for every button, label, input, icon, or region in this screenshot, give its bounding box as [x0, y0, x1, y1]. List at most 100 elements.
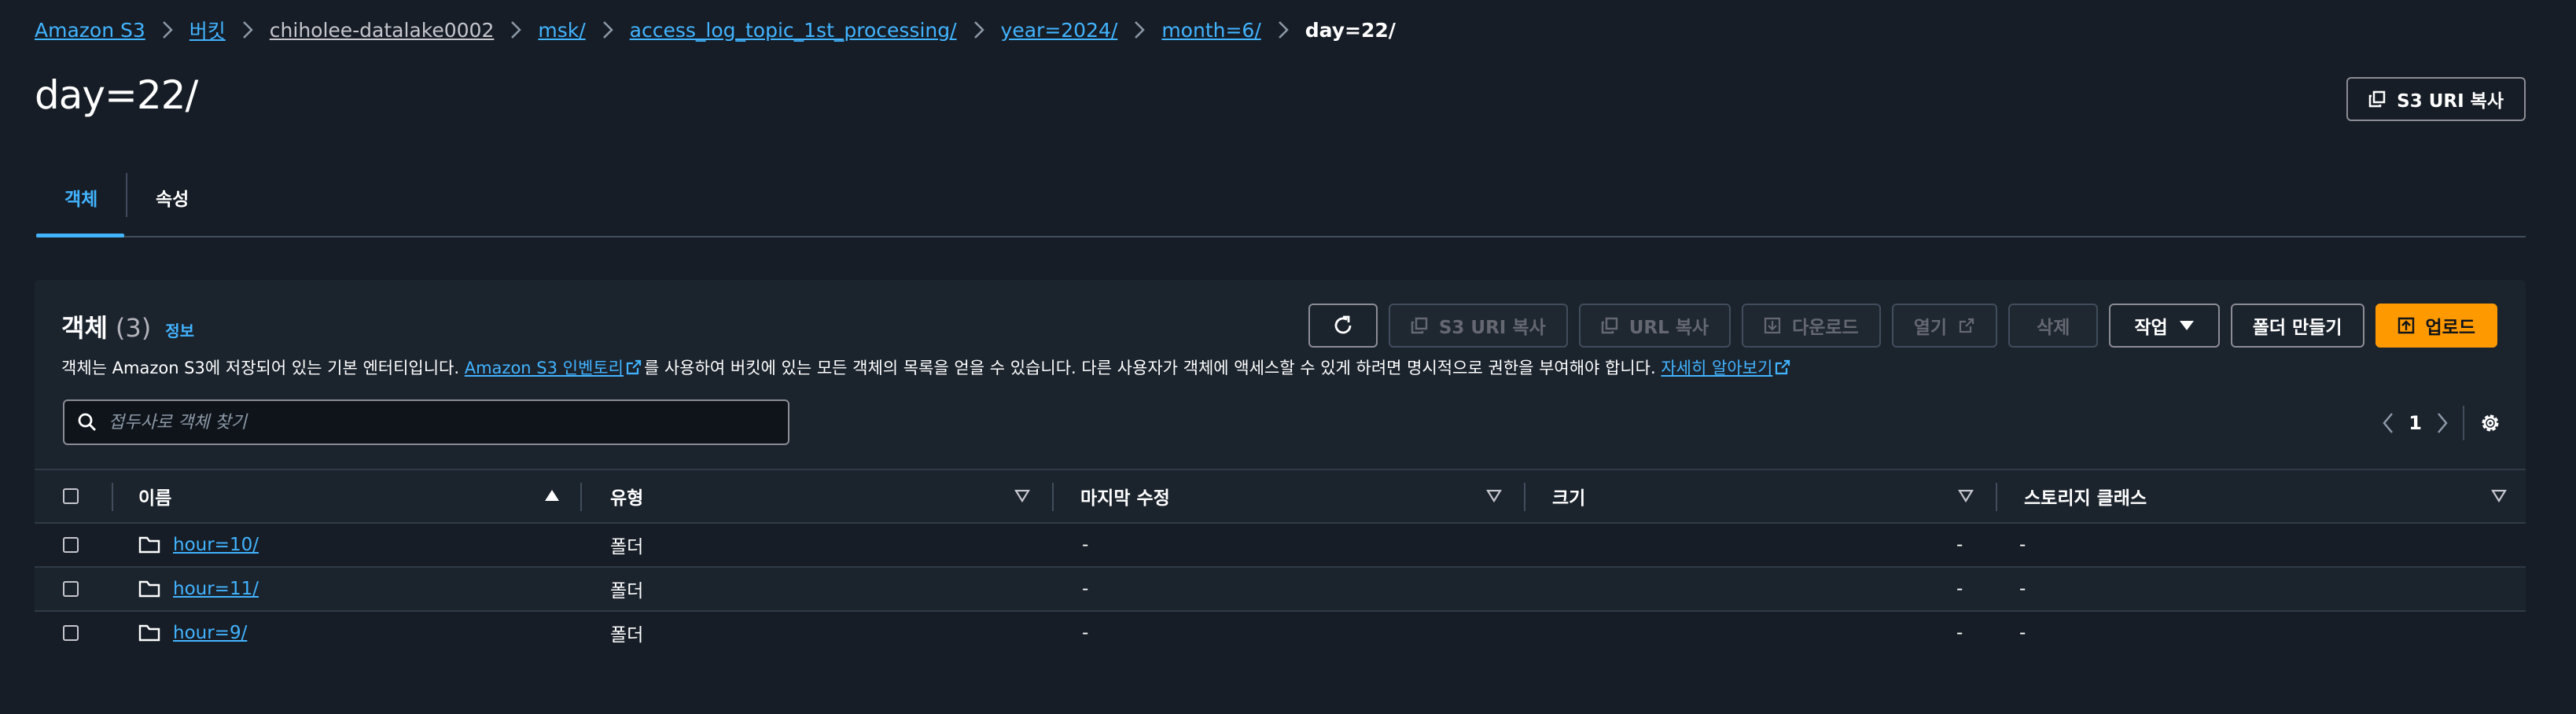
delete-button[interactable]: 삭제	[2008, 304, 2099, 348]
size-cell: -	[1956, 535, 1963, 555]
breadcrumb-current: day=22/	[1305, 18, 1396, 42]
search-box	[63, 399, 789, 445]
copy-s3-uri-button[interactable]: S3 URI 복사	[2346, 77, 2526, 121]
upload-button[interactable]: 업로드	[2375, 304, 2497, 348]
last-modified-cell: -	[1082, 623, 1089, 643]
folder-link[interactable]: hour=10/	[173, 535, 259, 555]
storage-class-cell: -	[2019, 535, 2026, 555]
row-checkbox[interactable]	[63, 581, 79, 597]
table-header: 이름 유형 마지막 수정 크기 스토리지 클래스	[35, 469, 2526, 524]
folder-link[interactable]: hour=9/	[173, 623, 247, 643]
search-icon	[77, 412, 98, 432]
folder-icon	[138, 536, 160, 554]
objects-count: (3)	[115, 313, 152, 343]
upload-label: 업로드	[2425, 318, 2475, 338]
search-input[interactable]	[98, 411, 788, 433]
column-header-size[interactable]: 크기	[1552, 470, 1585, 522]
tab-properties[interactable]: 속성	[156, 184, 189, 211]
column-divider	[580, 483, 582, 511]
table-row[interactable]: hour=10/ 폴더 - - -	[35, 524, 2526, 568]
objects-panel: 객체 (3) 정보 객체는 Amazon S3에 저장되어 있는 기본 엔터티입…	[35, 280, 2526, 654]
refresh-button[interactable]	[1308, 304, 1378, 348]
row-checkbox[interactable]	[63, 625, 79, 641]
folder-icon	[138, 624, 160, 642]
storage-class-cell: -	[2019, 623, 2026, 643]
pagination-divider	[2463, 406, 2464, 440]
caret-down-icon	[2179, 319, 2195, 332]
breadcrumb-month[interactable]: month=6/	[1161, 19, 1260, 42]
sort-toggle-icon[interactable]	[2491, 489, 2507, 503]
open-button[interactable]: 열기	[1891, 304, 1998, 348]
breadcrumb-buckets[interactable]: 버킷	[190, 16, 226, 44]
storage-class-cell: -	[2019, 579, 2026, 599]
objects-toolbar: S3 URI 복사 URL 복사 다운로드 열기 삭제 작업 폴더 만들기 업로…	[1308, 304, 2497, 348]
external-link-icon	[1958, 317, 1975, 334]
actions-label: 작업	[2134, 318, 2168, 338]
sort-ascending-icon[interactable]	[544, 488, 560, 502]
table-row[interactable]: hour=9/ 폴더 - - -	[35, 612, 2526, 654]
objects-panel-header: 객체 (3) 정보 객체는 Amazon S3에 저장되어 있는 기본 엔터티입…	[35, 280, 2526, 469]
column-header-storage-class[interactable]: 스토리지 클래스	[2024, 470, 2147, 522]
folder-link[interactable]: hour=11/	[173, 579, 259, 599]
copy-icon	[1411, 317, 1428, 334]
tab-divider	[126, 173, 127, 217]
sort-toggle-icon[interactable]	[1958, 489, 1974, 503]
download-button[interactable]: 다운로드	[1742, 304, 1881, 348]
column-header-last-modified-label: 마지막 수정	[1080, 488, 1170, 509]
column-header-name[interactable]: 이름	[138, 470, 171, 522]
next-page-icon[interactable]	[2436, 412, 2449, 434]
copy-s3-uri-toolbar-button[interactable]: S3 URI 복사	[1388, 304, 1568, 348]
copy-icon	[2368, 90, 2386, 108]
type-cell: 폴더	[610, 581, 644, 602]
chevron-right-icon	[1261, 20, 1305, 39]
column-header-storage-class-label: 스토리지 클래스	[2024, 488, 2147, 509]
select-all-checkbox[interactable]	[63, 488, 79, 504]
table-row[interactable]: hour=11/ 폴더 - - -	[35, 568, 2526, 612]
column-header-name-label: 이름	[138, 488, 172, 509]
description-text-2: 를 사용하여 버킷에 있는 모든 객체의 목록을 얻을 수 있습니다. 다른 사…	[643, 359, 1662, 377]
copy-url-button[interactable]: URL 복사	[1578, 304, 1731, 348]
open-label: 열기	[1913, 318, 1948, 338]
objects-heading: 객체 (3) 정보	[61, 308, 194, 344]
chevron-right-icon	[226, 20, 270, 39]
previous-page-icon[interactable]	[2382, 412, 2394, 434]
download-label: 다운로드	[1792, 318, 1859, 338]
settings-gear-icon[interactable]	[2478, 411, 2502, 435]
copy-s3-uri-toolbar-label: S3 URI 복사	[1438, 318, 1546, 338]
type-cell: 폴더	[610, 625, 644, 646]
chevron-right-icon	[1117, 20, 1161, 39]
column-divider	[112, 483, 113, 511]
column-divider	[1996, 483, 1997, 511]
row-checkbox[interactable]	[63, 537, 79, 553]
info-link[interactable]: 정보	[165, 318, 194, 341]
refresh-icon	[1331, 314, 1355, 337]
breadcrumb-topic[interactable]: access_log_topic_1st_processing/	[630, 19, 957, 42]
page-title: day=22/	[35, 72, 198, 118]
size-cell: -	[1956, 579, 1963, 599]
learn-more-link[interactable]: 자세히 알아보기	[1661, 359, 1772, 377]
breadcrumb-amazon-s3[interactable]: Amazon S3	[35, 19, 145, 42]
current-page-number[interactable]: 1	[2409, 412, 2422, 434]
chevron-right-icon	[586, 20, 630, 39]
copy-url-label: URL 복사	[1628, 318, 1709, 338]
create-folder-button[interactable]: 폴더 만들기	[2230, 304, 2364, 348]
chevron-right-icon	[494, 20, 538, 39]
breadcrumb-msk[interactable]: msk/	[538, 19, 585, 42]
size-cell: -	[1956, 623, 1963, 643]
column-header-last-modified[interactable]: 마지막 수정	[1080, 470, 1170, 522]
inventory-link[interactable]: Amazon S3 인벤토리	[465, 359, 624, 377]
column-header-type-label: 유형	[610, 488, 644, 509]
download-icon	[1764, 317, 1781, 334]
description-text-1: 객체는 Amazon S3에 저장되어 있는 기본 엔터티입니다.	[61, 359, 465, 377]
delete-label: 삭제	[2037, 318, 2070, 338]
breadcrumb-bucket-name[interactable]: chiholee-datalake0002	[270, 19, 495, 42]
breadcrumb-year[interactable]: year=2024/	[1001, 19, 1118, 42]
sort-toggle-icon[interactable]	[1486, 489, 1502, 503]
objects-title: 객체	[61, 313, 108, 343]
active-tab-indicator	[36, 234, 124, 237]
pagination: 1	[2382, 406, 2502, 440]
actions-dropdown[interactable]: 작업	[2109, 304, 2220, 348]
column-header-type[interactable]: 유형	[610, 470, 643, 522]
tab-objects[interactable]: 객체	[64, 184, 98, 211]
sort-toggle-icon[interactable]	[1014, 489, 1030, 503]
